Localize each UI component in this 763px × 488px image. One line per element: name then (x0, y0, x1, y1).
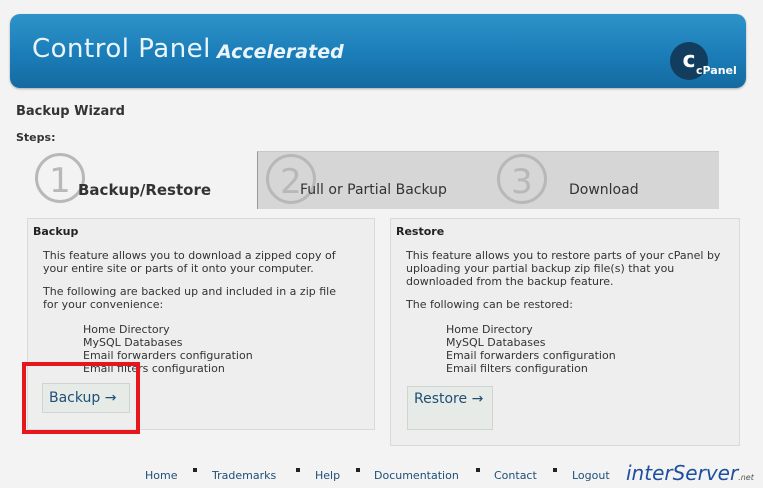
footer-separator (296, 468, 300, 472)
footer-link-contact[interactable]: Contact (494, 469, 537, 482)
restore-items-text: The following can be restored: (406, 298, 573, 311)
footer-link-logout[interactable]: Logout (572, 469, 610, 482)
footer-separator (476, 468, 480, 472)
footer: Home Trademarks Help Documentation Conta… (0, 461, 763, 488)
footer-link-help[interactable]: Help (315, 469, 340, 482)
step-number-3: 3 (497, 154, 547, 204)
steps-label: Steps: (16, 131, 56, 144)
tab-full-or-partial-backup[interactable]: 2 Full or Partial Backup (257, 151, 490, 209)
list-item: Home Directory (83, 323, 170, 336)
footer-link-trademarks[interactable]: Trademarks (212, 469, 276, 482)
restore-description: This feature allows you to restore parts… (406, 249, 721, 288)
tab-download[interactable]: 3 Download (489, 151, 719, 209)
restore-panel-title: Restore (396, 225, 445, 238)
restore-button[interactable]: Restore → (407, 386, 493, 430)
footer-separator (356, 468, 360, 472)
list-item: Email forwarders configuration (446, 349, 616, 362)
cpanel-logo-text: cPanel (696, 64, 737, 77)
app-title: Control Panel (32, 34, 211, 64)
list-item: Email forwarders configuration (83, 349, 253, 362)
interserver-logo-suffix: .net (738, 473, 754, 482)
page-frame: Control Panel Accelerated c cPanel Backu… (0, 0, 763, 488)
tab-label: Full or Partial Backup (300, 182, 447, 198)
header-banner: Control Panel Accelerated c cPanel (10, 14, 746, 88)
list-item: Email filters configuration (446, 362, 588, 375)
restore-panel: Restore This feature allows you to resto… (390, 218, 740, 446)
footer-separator (193, 468, 197, 472)
restore-item-list: Home Directory MySQL Databases Email for… (446, 323, 616, 375)
footer-link-home[interactable]: Home (145, 469, 177, 482)
list-item: Home Directory (446, 323, 533, 336)
backup-included-text: The following are backed up and included… (43, 285, 336, 311)
backup-description: This feature allows you to download a zi… (43, 249, 336, 275)
tab-label: Backup/Restore (78, 181, 212, 199)
page-title: Backup Wizard (16, 104, 125, 119)
tab-label: Download (569, 182, 639, 198)
list-item: MySQL Databases (446, 336, 546, 349)
list-item: MySQL Databases (83, 336, 183, 349)
cpanel-logo[interactable]: c cPanel (668, 42, 738, 82)
backup-panel-title: Backup (33, 225, 79, 238)
footer-separator (553, 468, 557, 472)
backup-button-highlight (22, 362, 140, 434)
interserver-logo-text: interServer (626, 461, 739, 485)
app-subtitle: Accelerated (217, 41, 344, 63)
tab-backup-restore[interactable]: 1 Backup/Restore (27, 151, 257, 208)
footer-link-documentation[interactable]: Documentation (374, 469, 459, 482)
interserver-logo[interactable]: interServer.net (626, 461, 754, 485)
